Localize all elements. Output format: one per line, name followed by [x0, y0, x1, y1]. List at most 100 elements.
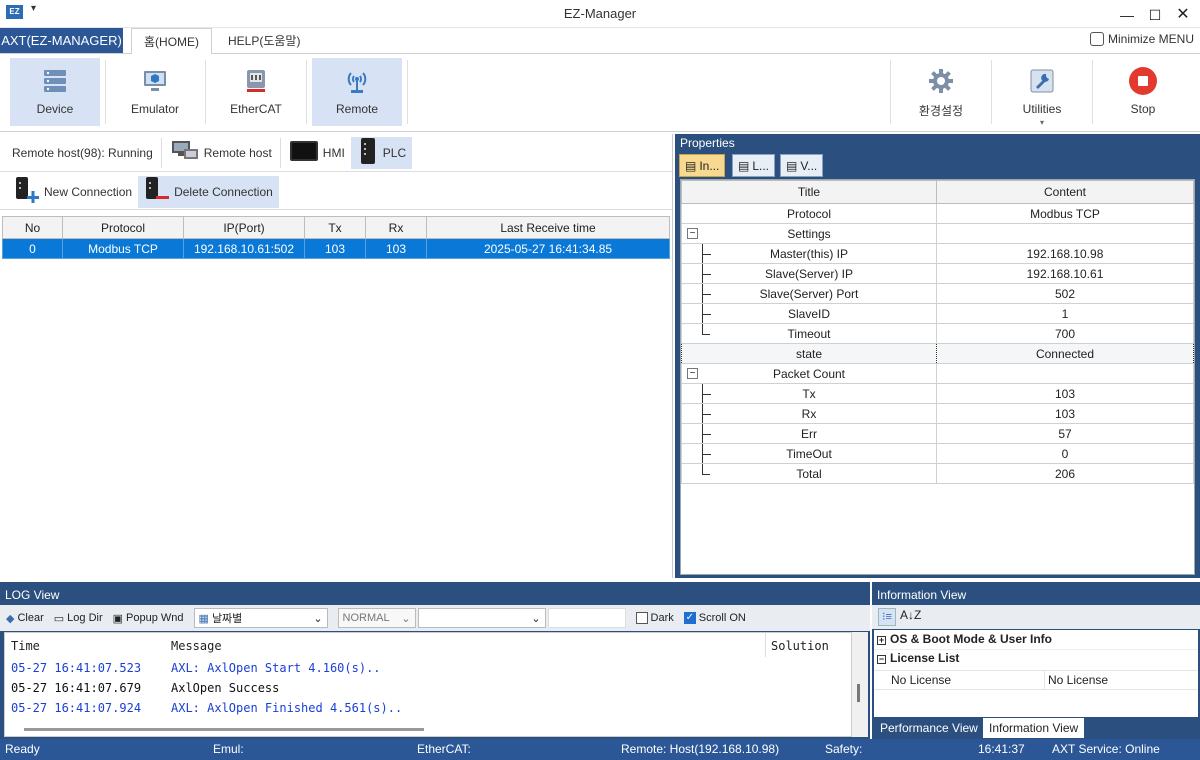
utilities-label: Utilities	[1022, 102, 1062, 116]
delete-connection-button[interactable]: Delete Connection	[138, 175, 279, 208]
log-search-input[interactable]	[547, 608, 626, 628]
log-header-message[interactable]: Message	[171, 639, 222, 653]
eraser-icon: ◆	[6, 612, 15, 625]
maximize-window-icon[interactable]: ☐	[1140, 4, 1170, 26]
settings-button[interactable]: 환경설정	[896, 58, 986, 126]
property-row[interactable]: Err 57	[681, 423, 1194, 444]
tab-information-view[interactable]: Information View	[983, 718, 1085, 738]
property-row[interactable]: Total 206	[681, 463, 1194, 484]
categorized-icon[interactable]: ⁝≡	[878, 608, 896, 626]
sort-az-icon[interactable]: A↓Z	[900, 608, 921, 622]
tab-performance-view[interactable]: Performance View	[874, 718, 984, 738]
property-row[interactable]: TimeOut 0	[681, 443, 1194, 464]
log-header-time[interactable]: Time	[11, 639, 40, 653]
property-row[interactable]: Slave(Server) IP 192.168.10.61	[681, 263, 1194, 284]
property-title-text: Slave(Server) IP	[764, 266, 854, 281]
log-line[interactable]: 05-27 16:41:07.679 AxlOpen Success	[11, 681, 279, 695]
minimize-window-icon[interactable]: —	[1112, 4, 1142, 26]
property-title: state	[681, 343, 937, 364]
device-button[interactable]: Device	[10, 58, 100, 126]
info-tree: + OS & Boot Mode & User Info − License Lis…	[874, 630, 1198, 717]
dark-checkbox[interactable]	[635, 612, 648, 624]
connection-toolbar: New Connection Delete Connection	[0, 174, 672, 210]
col-title[interactable]: Title	[681, 180, 937, 204]
property-title: Slave(Server) Port	[681, 283, 937, 304]
log-filter-dropdown[interactable]: ⌄	[417, 608, 546, 628]
collapse-icon[interactable]: −	[687, 228, 698, 239]
property-title: Master(this) IP	[681, 243, 937, 264]
property-content: Connected	[936, 343, 1194, 364]
dark-toggle[interactable]: Dark	[635, 612, 674, 624]
log-message: AXL: AxlOpen Start 4.160(s)..	[171, 661, 381, 675]
property-row[interactable]: − Packet Count	[681, 363, 1194, 384]
col-ip-port[interactable]: IP(Port)	[183, 216, 305, 239]
property-row[interactable]: − Settings	[681, 223, 1194, 244]
ribbon-tab-bar: AXT(EZ-MANAGER) 홈(HOME) HELP(도움말) Minimi…	[0, 28, 1200, 55]
expand-icon[interactable]: +	[877, 636, 886, 645]
date-filter-dropdown[interactable]: ▦ 날짜별 ⌄	[193, 608, 328, 628]
license-list-group[interactable]: − License List	[874, 651, 1198, 669]
property-row[interactable]: Master(this) IP 192.168.10.98	[681, 243, 1194, 264]
log-view-title: LOG View	[5, 588, 60, 602]
log-dir-button[interactable]: ▭ Log Dir	[54, 612, 103, 625]
property-title-text: Settings	[787, 226, 831, 241]
tab-log[interactable]: ▤ L...	[732, 154, 776, 177]
collapse-icon[interactable]: −	[877, 655, 886, 664]
plc-button[interactable]: PLC	[350, 136, 413, 169]
property-row[interactable]: state Connected	[681, 343, 1194, 364]
log-line[interactable]: 05-27 16:41:07.523 AXL: AxlOpen Start 4.1…	[11, 661, 381, 675]
stop-button[interactable]: Stop	[1098, 58, 1188, 126]
col-no[interactable]: No	[2, 216, 63, 239]
log-horizontal-scrollbar[interactable]	[4, 726, 852, 734]
scroll-on-toggle[interactable]: ✓ Scroll ON	[683, 612, 746, 624]
property-row[interactable]: Slave(Server) Port 502	[681, 283, 1194, 304]
property-row[interactable]: Protocol Modbus TCP	[681, 203, 1194, 224]
property-title-text: Rx	[801, 406, 817, 421]
stop-icon	[1128, 66, 1158, 96]
property-content: 206	[936, 463, 1194, 484]
property-title-text: Slave(Server) Port	[759, 286, 859, 301]
property-content	[936, 223, 1194, 244]
col-last-receive-time[interactable]: Last Receive time	[426, 216, 670, 239]
col-rx[interactable]: Rx	[365, 216, 427, 239]
os-boot-group[interactable]: + OS & Boot Mode & User Info	[874, 632, 1198, 650]
remote-button[interactable]: Remote	[312, 58, 402, 126]
col-tx[interactable]: Tx	[304, 216, 366, 239]
property-title: Tx	[681, 383, 937, 404]
col-content[interactable]: Content	[936, 180, 1194, 204]
antenna-icon	[342, 66, 372, 96]
log-header-solution[interactable]: Solution	[771, 639, 829, 653]
log-line[interactable]: 05-27 16:41:07.924 AXL: AxlOpen Finished …	[11, 701, 402, 715]
log-scrollbar[interactable]	[852, 632, 868, 737]
scroll-on-checkbox[interactable]: ✓	[683, 612, 696, 624]
property-row[interactable]: Rx 103	[681, 403, 1194, 424]
log-level-dropdown[interactable]: NORMAL ⌄	[337, 608, 416, 628]
property-row[interactable]: Tx 103	[681, 383, 1194, 404]
close-window-icon[interactable]: ✕	[1168, 4, 1198, 26]
add-connection-icon	[14, 176, 40, 207]
clear-button[interactable]: ◆ Clear	[6, 612, 44, 625]
property-row[interactable]: Timeout 700	[681, 323, 1194, 344]
license-row[interactable]: No License No License	[874, 670, 1198, 690]
emulator-button[interactable]: Emulator	[110, 58, 200, 126]
utilities-button[interactable]: Utilities ▾	[997, 58, 1087, 127]
tab-view[interactable]: ▤ V...	[780, 154, 824, 177]
col-protocol[interactable]: Protocol	[62, 216, 184, 239]
ethercat-button[interactable]: EtherCAT	[211, 58, 301, 126]
property-title-text: Tx	[802, 386, 816, 401]
property-row[interactable]: SlaveID 1	[681, 303, 1194, 324]
app-menu-button[interactable]: AXT(EZ-MANAGER)	[0, 28, 123, 53]
popup-window-button[interactable]: ▣ Popup Wnd	[113, 612, 184, 625]
minimize-menu-toggle[interactable]: Minimize MENU	[1089, 32, 1194, 46]
hmi-button[interactable]: HMI	[283, 137, 351, 169]
remote-host-button[interactable]: Remote host	[164, 137, 278, 169]
collapse-icon[interactable]: −	[687, 368, 698, 379]
tab-home[interactable]: 홈(HOME)	[131, 28, 213, 55]
new-connection-button[interactable]: New Connection	[8, 176, 138, 208]
tab-help[interactable]: HELP(도움말)	[216, 28, 312, 54]
minimize-menu-checkbox[interactable]	[1089, 32, 1104, 46]
status-service: AXT Service: Online	[1052, 742, 1160, 756]
property-content: 700	[936, 323, 1194, 344]
tab-info[interactable]: ▤ In...	[679, 154, 726, 177]
table-row[interactable]: 0 Modbus TCP 192.168.10.61:502 103 103 2…	[2, 238, 670, 259]
